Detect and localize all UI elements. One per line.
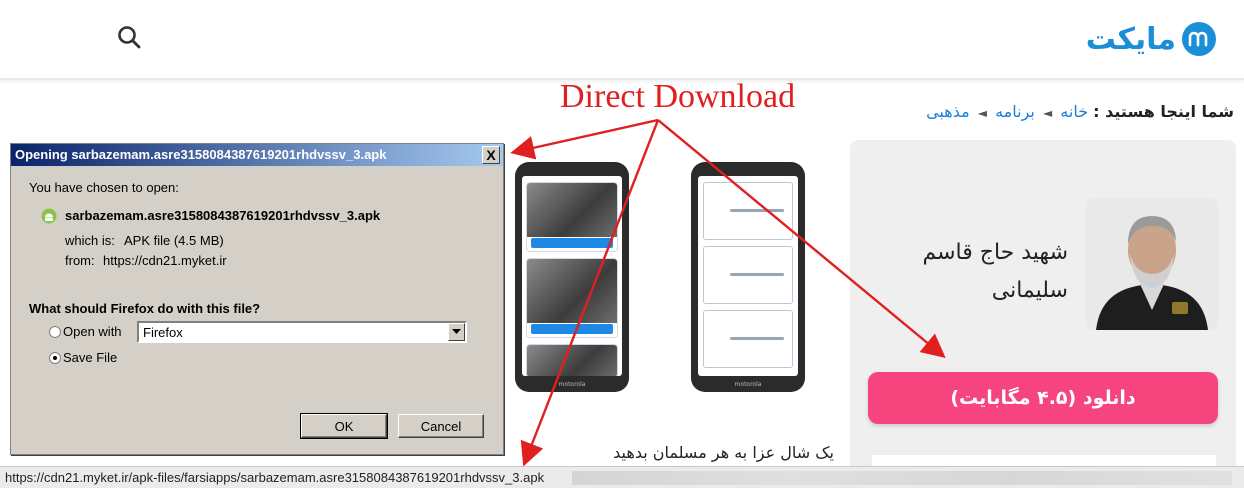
open-with-radio[interactable] [49,326,61,338]
from-label: from: [65,253,95,268]
annotation-arrow [510,118,659,160]
open-with-select[interactable]: Firefox [137,321,467,343]
screenshot-list-box [703,182,793,240]
breadcrumb: شما اینجا هستید : خانه ◄ برنامه ◄ مذهبی [926,102,1234,121]
open-with-label[interactable]: Open with [63,324,122,339]
breadcrumb-separator: ◄ [1042,106,1053,120]
search-icon[interactable] [116,24,144,52]
breadcrumb-home[interactable]: خانه [1060,102,1088,121]
open-with-value: Firefox [143,325,183,340]
description-text: یک شال عزا به هر مسلمان بدهید [613,443,834,462]
screenshot-tile [526,258,618,338]
from-value: https://cdn21.myket.ir [103,253,227,268]
close-icon: X [486,147,496,163]
dialog-titlebar[interactable]: Opening sarbazemam.asre3158084387619201r… [11,144,503,166]
phone-brand: motorola [558,381,586,388]
screenshot-screen [522,176,622,376]
logo-text: مایکت [1085,21,1176,57]
chevron-down-icon[interactable] [448,323,465,341]
logo-mark-icon [1182,22,1216,56]
file-type-value: APK file (4.5 MB) [124,233,224,248]
breadcrumb-religious[interactable]: مذهبی [926,102,970,121]
browser-status-bar: https://cdn21.myket.ir/apk-files/farsiap… [0,466,1244,488]
dialog-question: What should Firefox do with this file? [29,301,261,316]
app-screenshot[interactable]: motorola [691,162,805,392]
site-header: مایکت [0,0,1244,80]
phone-brand: motorola [734,381,762,388]
save-file-radio[interactable] [49,352,61,364]
app-screenshot[interactable]: motorola [515,162,629,392]
status-bar-blurred-content [572,471,1232,485]
screenshot-tile [526,182,618,252]
myket-logo[interactable]: مایکت [1086,14,1216,64]
save-file-label[interactable]: Save File [63,350,117,365]
file-name: sarbazemam.asre3158084387619201rhdvssv_3… [65,208,381,223]
dialog-title: Opening sarbazemam.asre3158084387619201r… [15,147,387,162]
which-is-label: which is: [65,233,115,248]
dialog-intro: You have chosen to open: [29,180,179,195]
ok-button[interactable]: OK [300,413,388,439]
screenshot-screen [698,176,798,376]
status-url: https://cdn21.myket.ir/apk-files/farsiap… [5,470,549,485]
cancel-button[interactable]: Cancel [398,414,484,438]
app-title: شهید حاج قاسم سلیمانی [922,240,1068,303]
screenshot-list-box [703,246,793,304]
app-icon [1086,198,1218,330]
breadcrumb-separator: ◄ [977,106,987,120]
annotation-label: Direct Download [560,78,796,115]
app-info-card: شهید حاج قاسم سلیمانی دانلود (۴.۵ مگابای… [850,140,1236,488]
firefox-download-dialog: Opening sarbazemam.asre3158084387619201r… [10,143,504,455]
breadcrumb-lead: شما اینجا هستید : [1093,102,1234,121]
screenshot-tile [526,344,618,376]
screenshot-list-box [703,310,793,368]
android-icon [41,208,57,224]
breadcrumb-apps[interactable]: برنامه [995,102,1035,121]
close-button[interactable]: X [482,146,500,164]
download-button[interactable]: دانلود (۴.۵ مگابایت) [868,372,1218,424]
